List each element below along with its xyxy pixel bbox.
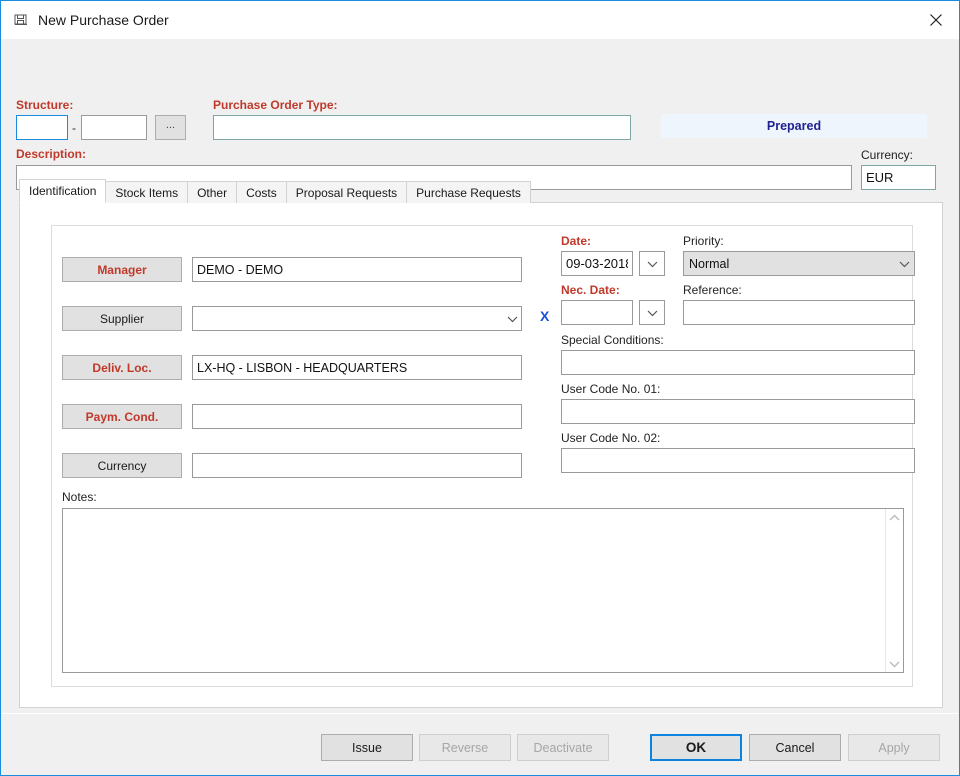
- reference-label: Reference:: [683, 283, 742, 297]
- reverse-button: Reverse: [419, 734, 511, 761]
- purchase-order-type-label: Purchase Order Type:: [213, 98, 338, 112]
- deactivate-button: Deactivate: [517, 734, 609, 761]
- currency-input[interactable]: [192, 453, 522, 478]
- scroll-up-icon[interactable]: [886, 509, 903, 526]
- reference-input[interactable]: [683, 300, 915, 325]
- supplier-button[interactable]: Supplier: [62, 306, 182, 331]
- description-label: Description:: [16, 147, 86, 161]
- notes-textarea[interactable]: [63, 509, 885, 672]
- close-icon: [929, 13, 943, 27]
- cancel-button[interactable]: Cancel: [749, 734, 841, 761]
- payment-conditions-input[interactable]: [192, 404, 522, 429]
- special-conditions-label: Special Conditions:: [561, 333, 664, 347]
- tab-costs[interactable]: Costs: [236, 181, 287, 203]
- identification-panel: Manager Supplier X Deliv. Loc. Paym. Con…: [51, 225, 913, 687]
- notes-label: Notes:: [62, 490, 97, 504]
- user-code-02-label: User Code No. 02:: [561, 431, 660, 445]
- delivery-location-button[interactable]: Deliv. Loc.: [62, 355, 182, 380]
- special-conditions-input[interactable]: [561, 350, 915, 375]
- issue-button[interactable]: Issue: [321, 734, 413, 761]
- ok-button[interactable]: OK: [650, 734, 742, 761]
- structure-separator: -: [72, 121, 76, 135]
- date-dropdown-button[interactable]: [639, 251, 665, 276]
- chevron-down-icon: [503, 315, 521, 323]
- manager-button[interactable]: Manager: [62, 257, 182, 282]
- priority-label: Priority:: [683, 234, 724, 248]
- chevron-down-icon: [647, 309, 658, 317]
- tab-identification[interactable]: Identification: [19, 179, 106, 203]
- currency-header-input[interactable]: [861, 165, 936, 190]
- currency-header-label: Currency:: [861, 148, 913, 162]
- priority-select[interactable]: Normal: [683, 251, 915, 276]
- user-code-01-label: User Code No. 01:: [561, 382, 660, 396]
- scroll-down-icon[interactable]: [886, 655, 903, 672]
- status-badge: Prepared: [661, 114, 927, 138]
- footer-bar: Issue Reverse Deactivate OK Cancel Apply: [2, 713, 958, 774]
- payment-conditions-button[interactable]: Paym. Cond.: [62, 404, 182, 429]
- tab-proposal-requests[interactable]: Proposal Requests: [286, 181, 407, 203]
- currency-button[interactable]: Currency: [62, 453, 182, 478]
- header-panel: Structure: - ... Purchase Order Type: Pr…: [1, 39, 959, 163]
- tab-other[interactable]: Other: [187, 181, 237, 203]
- notes-box: [62, 508, 904, 673]
- necessary-date-input[interactable]: [561, 300, 633, 325]
- tab-strip: Identification Stock Items Other Costs P…: [19, 179, 530, 203]
- structure-input-1[interactable]: [16, 115, 68, 140]
- tab-content-identification: Manager Supplier X Deliv. Loc. Paym. Con…: [19, 202, 943, 708]
- tab-purchase-requests[interactable]: Purchase Requests: [406, 181, 531, 203]
- apply-button: Apply: [848, 734, 940, 761]
- delivery-location-input[interactable]: [192, 355, 522, 380]
- priority-value: Normal: [689, 257, 729, 271]
- close-button[interactable]: [913, 1, 959, 38]
- structure-input-2[interactable]: [81, 115, 147, 140]
- supplier-clear-button[interactable]: X: [540, 308, 549, 324]
- notes-scrollbar[interactable]: [885, 509, 903, 672]
- necessary-date-label: Nec. Date:: [561, 283, 620, 297]
- purchase-order-window: New Purchase Order Structure: - ... Purc…: [0, 0, 960, 776]
- tab-stock-items[interactable]: Stock Items: [105, 181, 188, 203]
- date-input[interactable]: [561, 251, 633, 276]
- window-title: New Purchase Order: [38, 12, 169, 28]
- title-bar: New Purchase Order: [1, 1, 959, 39]
- manager-input[interactable]: [192, 257, 522, 282]
- structure-label: Structure:: [16, 98, 73, 112]
- user-code-01-input[interactable]: [561, 399, 915, 424]
- chevron-down-icon: [647, 260, 658, 268]
- chevron-down-icon: [894, 260, 914, 268]
- supplier-combo[interactable]: [192, 306, 522, 331]
- user-code-02-input[interactable]: [561, 448, 915, 473]
- structure-browse-button[interactable]: ...: [155, 115, 186, 140]
- window-document-icon: [12, 11, 30, 29]
- purchase-order-type-input[interactable]: [213, 115, 631, 140]
- necessary-date-dropdown-button[interactable]: [639, 300, 665, 325]
- date-label: Date:: [561, 234, 591, 248]
